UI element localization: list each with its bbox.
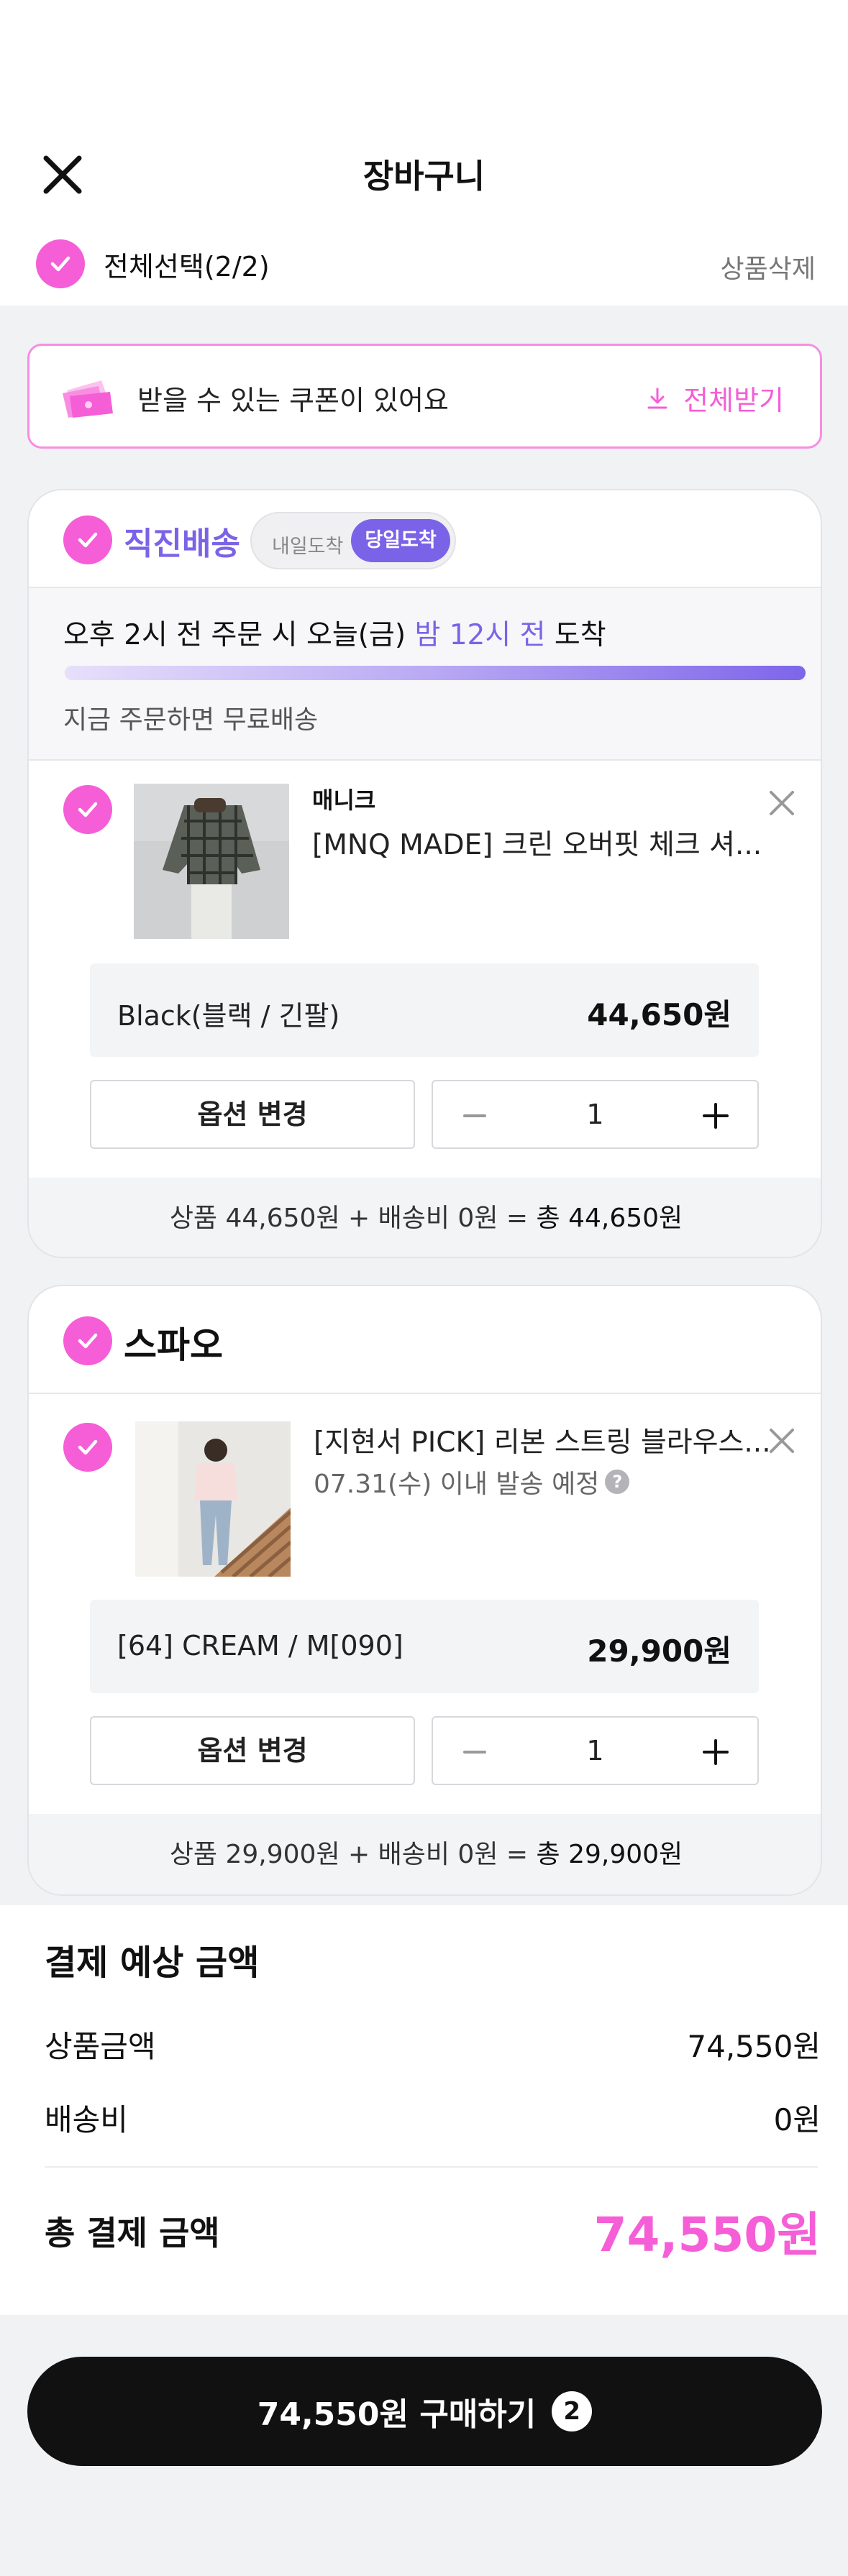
divider	[45, 2166, 818, 2168]
option-name: Black(블랙 / 긴팔)	[117, 1000, 340, 1032]
download-all-coupons-button[interactable]: 전체받기	[644, 378, 784, 418]
option-price: 44,650원	[587, 997, 731, 1032]
plus-icon[interactable]	[694, 1094, 737, 1137]
shipping-fee-label: 배송비	[45, 2102, 128, 2137]
toggle-tomorrow[interactable]: 내일도착	[272, 531, 343, 559]
cart-page: 장바구니 전체선택(2/2) 상품삭제 받을 수 있는 쿠폰이 있어요 전체받기	[0, 0, 848, 2576]
delivery-eta: 오후 2시 전 주문 시 오늘(금) 밤 12시 전 도착	[63, 619, 606, 651]
coupon-icon	[60, 376, 122, 419]
plus-icon[interactable]	[694, 1731, 737, 1774]
coupon-banner[interactable]: 받을 수 있는 쿠폰이 있어요 전체받기	[27, 344, 822, 449]
download-all-label: 전체받기	[683, 385, 784, 416]
store-name: 스파오	[124, 1324, 223, 1366]
option-box: Black(블랙 / 긴팔) 44,650원	[90, 963, 759, 1057]
payment-estimate: 결제 예상 금액 상품금액 74,550원 배송비 0원 총 결제 금액 74,…	[0, 1905, 848, 2315]
cart-count-badge: 2	[552, 2391, 593, 2431]
purchase-button[interactable]: 74,550원 구매하기 2	[27, 2357, 822, 2466]
store-card-spao: 스파오 [지현서 PICK] 리본 스트링 블라우스... 07.31(수) 이…	[27, 1285, 822, 1896]
change-option-button[interactable]: 옵션 변경	[90, 1716, 415, 1785]
toggle-same-day[interactable]: 당일도착	[351, 519, 450, 562]
delivery-eta-highlight: 밤 12시 전	[414, 619, 546, 651]
product-name[interactable]: [지현서 PICK] 리본 스트링 블라우스...	[314, 1420, 771, 1460]
option-name: [64] CREAM / M[090]	[117, 1630, 404, 1661]
check-icon[interactable]	[36, 239, 85, 288]
remove-item-icon[interactable]	[764, 785, 800, 821]
store-summary: 상품 29,900원 + 배송비 0원 = 총 29,900원	[29, 1814, 821, 1894]
total-payment-label: 총 결제 금액	[45, 2214, 220, 2252]
check-icon[interactable]	[63, 515, 112, 564]
delete-products-button[interactable]: 상품삭제	[721, 248, 816, 285]
shipping-note: 07.31(수) 이내 발송 예정 ?	[314, 1463, 630, 1500]
store-card-direct: 직진배송 내일도착 당일도착 오후 2시 전 주문 시 오늘(금) 밤 12시 …	[27, 489, 822, 1258]
total-payment-value: 74,550원	[593, 2207, 821, 2263]
option-box: [64] CREAM / M[090] 29,900원	[90, 1600, 759, 1693]
minus-icon[interactable]	[453, 1094, 496, 1137]
product-image[interactable]	[134, 784, 289, 939]
minus-icon[interactable]	[453, 1731, 496, 1774]
check-icon[interactable]	[63, 1316, 112, 1365]
coupon-text: 받을 수 있는 쿠폰이 있어요	[137, 385, 449, 416]
delivery-info: 오후 2시 전 주문 시 오늘(금) 밤 12시 전 도착 지금 주문하면 무료…	[29, 588, 821, 761]
check-icon[interactable]	[63, 1423, 112, 1472]
check-icon[interactable]	[63, 785, 112, 834]
product-amount-value: 74,550원	[687, 2029, 821, 2064]
top-bar: 장바구니 전체선택(2/2) 상품삭제	[0, 0, 848, 306]
store-summary-total: 총 29,900원	[536, 1840, 683, 1869]
product-name[interactable]: [MNQ MADE] 크린 오버핏 체크 셔...	[312, 822, 762, 863]
download-icon	[647, 388, 667, 408]
delivery-progress-bar	[65, 666, 806, 680]
delivery-toggle[interactable]: 내일도착 당일도착	[250, 512, 456, 569]
help-icon[interactable]: ?	[605, 1470, 630, 1494]
quantity-stepper: 1	[432, 1080, 759, 1149]
select-all-label: 전체선택(2/2)	[104, 250, 270, 283]
store-header: 스파오	[29, 1286, 821, 1394]
store-header: 직진배송 내일도착 당일도착	[29, 490, 821, 588]
option-price: 29,900원	[587, 1633, 731, 1669]
quantity-stepper: 1	[432, 1716, 759, 1785]
store-summary-total: 총 44,650원	[536, 1204, 683, 1233]
select-all[interactable]: 전체선택(2/2)	[36, 239, 270, 289]
shipping-fee-value: 0원	[773, 2102, 821, 2137]
free-shipping-text: 지금 주문하면 무료배송	[63, 705, 319, 735]
product-image[interactable]	[135, 1421, 291, 1577]
payment-title: 결제 예상 금액	[45, 1943, 260, 1983]
product-brand: 매니크	[312, 787, 376, 814]
purchase-button-label: 74,550원 구매하기	[257, 2396, 537, 2433]
store-summary: 상품 44,650원 + 배송비 0원 = 총 44,650원	[29, 1178, 821, 1257]
page-title: 장바구니	[363, 157, 485, 196]
product-amount-label: 상품금액	[45, 2029, 156, 2064]
change-option-button[interactable]: 옵션 변경	[90, 1080, 415, 1149]
store-name: 직진배송	[124, 526, 240, 562]
remove-item-icon[interactable]	[764, 1423, 800, 1459]
